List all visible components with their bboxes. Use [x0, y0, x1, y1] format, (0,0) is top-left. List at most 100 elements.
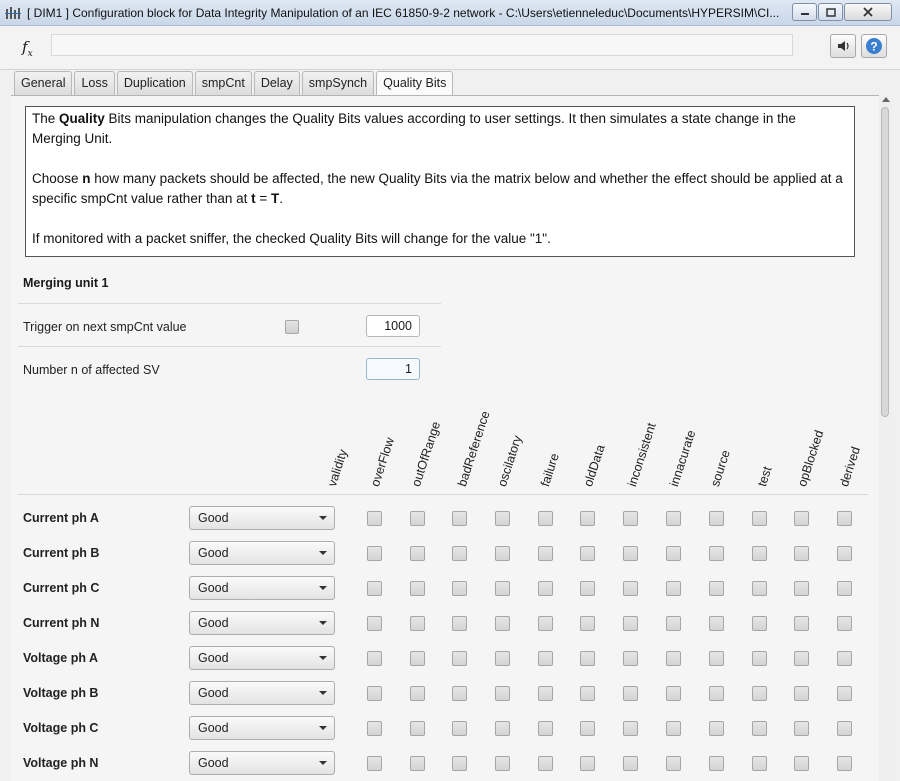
quality-bit-checkbox[interactable]	[666, 756, 681, 771]
quality-state-dropdown[interactable]: Good	[189, 506, 335, 530]
quality-state-dropdown[interactable]: Good	[189, 681, 335, 705]
quality-bit-checkbox[interactable]	[709, 721, 724, 736]
quality-bit-checkbox[interactable]	[495, 686, 510, 701]
quality-bit-checkbox[interactable]	[752, 581, 767, 596]
tab-smpsynch[interactable]: smpSynch	[301, 71, 375, 95]
tab-quality-bits[interactable]: Quality Bits	[376, 71, 454, 96]
quality-bit-checkbox[interactable]	[709, 616, 724, 631]
quality-bit-checkbox[interactable]	[709, 581, 724, 596]
quality-bit-checkbox[interactable]	[538, 756, 553, 771]
quality-bit-checkbox[interactable]	[410, 616, 425, 631]
quality-state-dropdown[interactable]: Good	[189, 541, 335, 565]
quality-bit-checkbox[interactable]	[538, 581, 553, 596]
tab-smpcnt[interactable]: smpCnt	[194, 71, 252, 95]
quality-bit-checkbox[interactable]	[410, 651, 425, 666]
quality-bit-checkbox[interactable]	[623, 616, 638, 631]
scroll-up-icon[interactable]	[882, 97, 890, 102]
quality-bit-checkbox[interactable]	[794, 581, 809, 596]
quality-bit-checkbox[interactable]	[623, 511, 638, 526]
scrollbar-thumb[interactable]	[881, 107, 889, 417]
quality-bit-checkbox[interactable]	[367, 616, 382, 631]
quality-bit-checkbox[interactable]	[666, 616, 681, 631]
quality-bit-checkbox[interactable]	[367, 651, 382, 666]
quality-bit-checkbox[interactable]	[580, 721, 595, 736]
quality-bit-checkbox[interactable]	[452, 546, 467, 561]
quality-bit-checkbox[interactable]	[837, 546, 852, 561]
trigger-smpcnt-input[interactable]: 1000	[366, 315, 420, 337]
quality-bit-checkbox[interactable]	[794, 686, 809, 701]
quality-bit-checkbox[interactable]	[367, 721, 382, 736]
quality-bit-checkbox[interactable]	[580, 581, 595, 596]
quality-bit-checkbox[interactable]	[666, 651, 681, 666]
quality-state-dropdown[interactable]: Good	[189, 751, 335, 775]
quality-bit-checkbox[interactable]	[794, 511, 809, 526]
quality-bit-checkbox[interactable]	[495, 511, 510, 526]
quality-bit-checkbox[interactable]	[837, 686, 852, 701]
quality-bit-checkbox[interactable]	[367, 686, 382, 701]
quality-bit-checkbox[interactable]	[580, 651, 595, 666]
quality-bit-checkbox[interactable]	[495, 756, 510, 771]
quality-bit-checkbox[interactable]	[752, 616, 767, 631]
quality-bit-checkbox[interactable]	[666, 581, 681, 596]
quality-bit-checkbox[interactable]	[452, 721, 467, 736]
quality-bit-checkbox[interactable]	[410, 686, 425, 701]
quality-bit-checkbox[interactable]	[837, 651, 852, 666]
formula-input[interactable]	[51, 34, 793, 56]
quality-bit-checkbox[interactable]	[410, 756, 425, 771]
quality-bit-checkbox[interactable]	[794, 756, 809, 771]
quality-bit-checkbox[interactable]	[752, 511, 767, 526]
quality-bit-checkbox[interactable]	[495, 581, 510, 596]
quality-bit-checkbox[interactable]	[495, 546, 510, 561]
quality-bit-checkbox[interactable]	[623, 581, 638, 596]
quality-bit-checkbox[interactable]	[580, 546, 595, 561]
quality-bit-checkbox[interactable]	[666, 686, 681, 701]
quality-bit-checkbox[interactable]	[794, 616, 809, 631]
quality-state-dropdown[interactable]: Good	[189, 611, 335, 635]
quality-bit-checkbox[interactable]	[794, 721, 809, 736]
quality-bit-checkbox[interactable]	[666, 546, 681, 561]
quality-bit-checkbox[interactable]	[452, 686, 467, 701]
quality-bit-checkbox[interactable]	[367, 546, 382, 561]
signal-button[interactable]	[830, 34, 856, 58]
quality-bit-checkbox[interactable]	[623, 721, 638, 736]
help-button[interactable]: ?	[861, 34, 887, 58]
quality-bit-checkbox[interactable]	[580, 616, 595, 631]
quality-bit-checkbox[interactable]	[709, 546, 724, 561]
quality-bit-checkbox[interactable]	[538, 686, 553, 701]
close-button[interactable]	[844, 3, 892, 21]
quality-bit-checkbox[interactable]	[623, 651, 638, 666]
tab-delay[interactable]: Delay	[253, 71, 300, 95]
quality-bit-checkbox[interactable]	[495, 616, 510, 631]
quality-bit-checkbox[interactable]	[666, 721, 681, 736]
tab-duplication[interactable]: Duplication	[116, 71, 193, 95]
quality-bit-checkbox[interactable]	[410, 721, 425, 736]
quality-bit-checkbox[interactable]	[538, 546, 553, 561]
quality-bit-checkbox[interactable]	[709, 511, 724, 526]
quality-bit-checkbox[interactable]	[837, 511, 852, 526]
quality-state-dropdown[interactable]: Good	[189, 576, 335, 600]
quality-bit-checkbox[interactable]	[538, 511, 553, 526]
tab-general[interactable]: General	[14, 71, 73, 95]
quality-bit-checkbox[interactable]	[837, 581, 852, 596]
quality-bit-checkbox[interactable]	[794, 651, 809, 666]
quality-bit-checkbox[interactable]	[452, 511, 467, 526]
vertical-scrollbar[interactable]	[879, 95, 892, 780]
quality-bit-checkbox[interactable]	[752, 686, 767, 701]
quality-bit-checkbox[interactable]	[752, 546, 767, 561]
quality-bit-checkbox[interactable]	[580, 686, 595, 701]
quality-bit-checkbox[interactable]	[837, 756, 852, 771]
quality-bit-checkbox[interactable]	[495, 721, 510, 736]
quality-bit-checkbox[interactable]	[709, 756, 724, 771]
quality-state-dropdown[interactable]: Good	[189, 646, 335, 670]
quality-bit-checkbox[interactable]	[452, 651, 467, 666]
trigger-checkbox[interactable]	[285, 320, 299, 334]
quality-bit-checkbox[interactable]	[367, 581, 382, 596]
quality-bit-checkbox[interactable]	[623, 686, 638, 701]
quality-bit-checkbox[interactable]	[452, 616, 467, 631]
quality-bit-checkbox[interactable]	[752, 756, 767, 771]
quality-bit-checkbox[interactable]	[538, 721, 553, 736]
quality-bit-checkbox[interactable]	[837, 616, 852, 631]
quality-bit-checkbox[interactable]	[367, 511, 382, 526]
quality-bit-checkbox[interactable]	[410, 511, 425, 526]
quality-bit-checkbox[interactable]	[367, 756, 382, 771]
